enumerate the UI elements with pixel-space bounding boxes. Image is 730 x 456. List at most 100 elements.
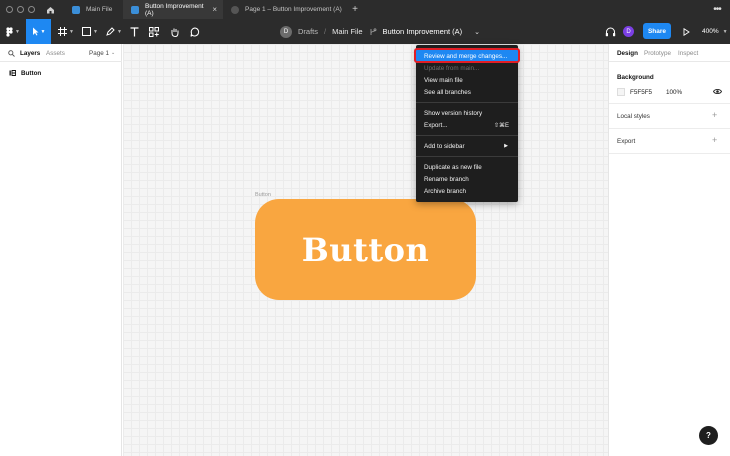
canvas[interactable]: Button Button (123, 44, 608, 456)
local-styles-title: Local styles (617, 113, 650, 120)
tab-layers[interactable]: Layers (20, 44, 40, 62)
toolbar: ▼ ▼ ▼ ▼ ▼ D Drafts / Main File Button Im… (0, 19, 730, 44)
tab-inspect[interactable]: Inspect (678, 44, 698, 62)
menu-divider (416, 102, 518, 103)
tab-button-improvement[interactable]: Button Improvement (A) × (123, 0, 223, 19)
tab-assets[interactable]: Assets (46, 44, 65, 62)
close-tab-icon[interactable]: × (212, 5, 217, 14)
branch-menu: Review and merge changes... Update from … (416, 45, 518, 202)
shape-tool[interactable]: ▼ (78, 19, 102, 44)
breadcrumb-separator: / (324, 27, 327, 36)
home-button[interactable] (41, 0, 59, 19)
right-panel-tabs: Design Prototype Inspect (609, 44, 730, 62)
chevron-down-icon: ▼ (722, 28, 728, 35)
home-icon (46, 6, 54, 13)
export-section: Export + (609, 129, 730, 154)
search-layers-button[interactable] (8, 44, 15, 62)
menu-item-see-all-branches[interactable]: See all branches (416, 86, 518, 98)
move-tool[interactable]: ▼ (26, 19, 51, 44)
help-button[interactable]: ? (699, 426, 718, 445)
zoom-dropdown[interactable]: 400% ▼ (702, 19, 728, 44)
breadcrumb-main-file[interactable]: Main File (332, 27, 362, 36)
minimize-window-button[interactable] (17, 6, 24, 13)
export-title: Export (617, 138, 636, 145)
tab-page-1[interactable]: Page 1 – Button Improvement (A) (223, 0, 352, 19)
tab-label: Main File (86, 6, 113, 13)
user-avatar[interactable]: D (623, 26, 634, 37)
comment-icon (190, 26, 200, 37)
menu-item-label: Export... (424, 121, 448, 129)
menu-item-add-to-sidebar[interactable]: Add to sidebar ▶ (416, 140, 518, 152)
maximize-window-button[interactable] (28, 6, 35, 13)
rectangle-icon (82, 27, 92, 36)
left-panel-tabs: Layers Assets Page 1 ⌄ (0, 44, 122, 62)
share-button[interactable]: Share (643, 23, 671, 39)
play-icon (683, 27, 690, 36)
breadcrumb-drafts[interactable]: Drafts (298, 27, 318, 36)
menu-item-duplicate[interactable]: Duplicate as new file (416, 161, 518, 173)
new-tab-button[interactable]: + (349, 0, 361, 19)
local-styles-section: Local styles + (609, 104, 730, 129)
text-icon (130, 26, 138, 36)
page-label: Page 1 (89, 49, 109, 57)
tab-design[interactable]: Design (617, 44, 638, 62)
menu-item-export[interactable]: Export... ⇧⌘E (416, 119, 518, 131)
main-menu-button[interactable]: ▼ (1, 19, 25, 44)
background-section: Background (609, 62, 730, 104)
background-hex[interactable]: F5F5F5 (630, 89, 652, 96)
button-text: Button (301, 230, 430, 269)
properties-panel: Design Prototype Inspect Background F5F5… (608, 44, 730, 456)
menu-item-label: Add to sidebar (424, 142, 465, 150)
component-icon (9, 70, 16, 76)
chevron-down-icon[interactable]: ⌄ (474, 28, 480, 36)
window-controls (6, 0, 35, 19)
background-swatch[interactable] (617, 88, 625, 96)
menu-item-rename-branch[interactable]: Rename branch (416, 173, 518, 185)
audio-button[interactable] (598, 19, 622, 44)
team-avatar[interactable]: D (280, 25, 292, 38)
comment-tool[interactable] (183, 19, 207, 44)
frame-tool[interactable]: ▼ (54, 19, 78, 44)
menu-item-view-main-file[interactable]: View main file (416, 74, 518, 86)
add-export-icon[interactable]: + (712, 135, 717, 145)
button-component[interactable]: Button (255, 199, 476, 300)
branch-file-icon (131, 5, 139, 14)
breadcrumb-branch-name[interactable]: Button Improvement (A) (383, 27, 463, 36)
layer-name: Button (21, 69, 42, 77)
menu-item-archive-branch[interactable]: Archive branch (416, 185, 518, 197)
resources-icon (149, 26, 159, 37)
add-style-icon[interactable]: + (712, 110, 717, 120)
breadcrumb: D Drafts / Main File Button Improvement … (280, 19, 480, 44)
figma-logo-icon (6, 26, 13, 37)
menu-shortcut: ⇧⌘E (493, 122, 509, 129)
tab-main-file[interactable]: Main File (64, 0, 122, 19)
frame-label[interactable]: Button (255, 192, 271, 198)
eye-icon (713, 89, 722, 94)
tab-bar: Main File Button Improvement (A) × Page … (0, 0, 730, 19)
tab-label: Button Improvement (A) (145, 2, 204, 17)
layers-panel: Layers Assets Page 1 ⌄ Button (0, 44, 122, 456)
frame-icon (58, 27, 68, 36)
highlight-annotation (414, 48, 520, 63)
background-opacity[interactable]: 100% (666, 89, 682, 96)
layer-row[interactable]: Button (0, 66, 122, 80)
pen-icon (106, 27, 115, 36)
chevron-down-icon: ⌄ (110, 50, 116, 56)
more-icon[interactable]: ••• (708, 0, 726, 19)
tab-label: Page 1 – Button Improvement (A) (245, 6, 342, 13)
headphones-icon (605, 27, 615, 36)
branch-icon (370, 27, 376, 35)
close-window-button[interactable] (6, 6, 13, 13)
visibility-toggle[interactable] (713, 88, 722, 95)
search-icon (8, 49, 15, 57)
branch-file-icon (72, 5, 80, 14)
hand-icon (171, 28, 179, 37)
menu-item-version-history[interactable]: Show version history (416, 107, 518, 119)
cursor-arrow-icon (32, 27, 39, 36)
tab-prototype[interactable]: Prototype (644, 44, 671, 62)
menu-divider (416, 135, 518, 136)
page-selector[interactable]: Page 1 ⌄ (89, 44, 115, 62)
menu-item-update-from-main: Update from main... (424, 64, 480, 72)
present-button[interactable] (674, 19, 698, 44)
zoom-level: 400% (702, 28, 719, 35)
